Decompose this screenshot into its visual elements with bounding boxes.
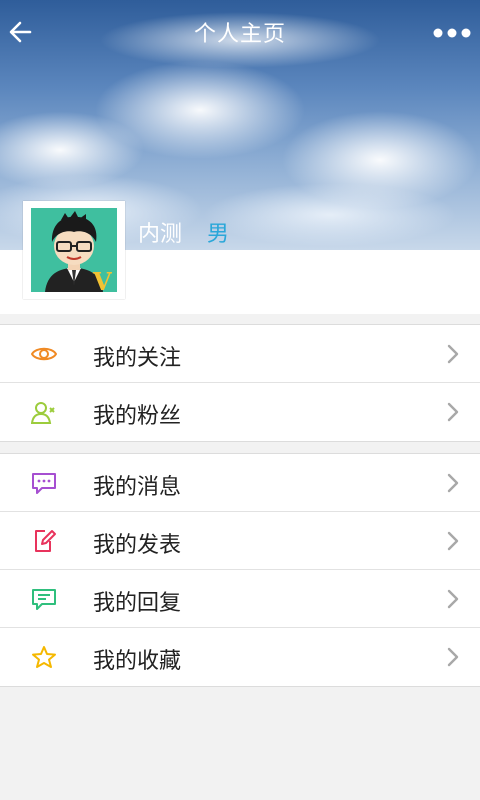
menu-item-label: 我的消息 <box>93 475 182 500</box>
chevron-right-icon <box>447 647 459 667</box>
menu-item-favorites[interactable]: 我的收藏 <box>0 628 480 686</box>
more-button[interactable] <box>430 18 474 48</box>
message-icon <box>32 473 56 494</box>
eye-icon <box>31 347 57 361</box>
menu-item-posts[interactable]: 我的发表 <box>0 512 480 570</box>
menu-item-replies[interactable]: 我的回复 <box>0 570 480 628</box>
avatar-image: V <box>31 208 117 292</box>
menu-item-label: 我的发表 <box>93 533 182 558</box>
menu-item-label: 我的关注 <box>93 346 182 371</box>
more-dots-icon <box>433 28 471 38</box>
menu-group-social: 我的关注 我的粉丝 <box>0 324 480 442</box>
add-user-icon <box>31 402 55 424</box>
menu-item-messages[interactable]: 我的消息 <box>0 454 480 512</box>
svg-text:V: V <box>92 267 112 292</box>
username: 内测 <box>138 222 183 247</box>
menu-item-fans[interactable]: 我的粉丝 <box>0 383 480 441</box>
chevron-right-icon <box>447 344 459 364</box>
edit-icon <box>35 530 56 552</box>
chevron-right-icon <box>447 531 459 551</box>
star-icon <box>32 646 56 668</box>
chevron-right-icon <box>447 402 459 422</box>
chevron-right-icon <box>447 473 459 493</box>
menu-group-content: 我的消息 我的发表 我的回复 我的收藏 <box>0 453 480 687</box>
avatar[interactable]: V <box>23 201 125 299</box>
gender-label: 男 <box>207 222 230 247</box>
reply-icon <box>32 589 56 610</box>
menu-item-following[interactable]: 我的关注 <box>0 325 480 383</box>
menu-item-label: 我的粉丝 <box>93 404 182 429</box>
menu-item-label: 我的回复 <box>93 591 182 616</box>
menu-item-label: 我的收藏 <box>93 649 182 674</box>
page-title: 个人主页 <box>193 22 286 47</box>
chevron-right-icon <box>447 589 459 609</box>
